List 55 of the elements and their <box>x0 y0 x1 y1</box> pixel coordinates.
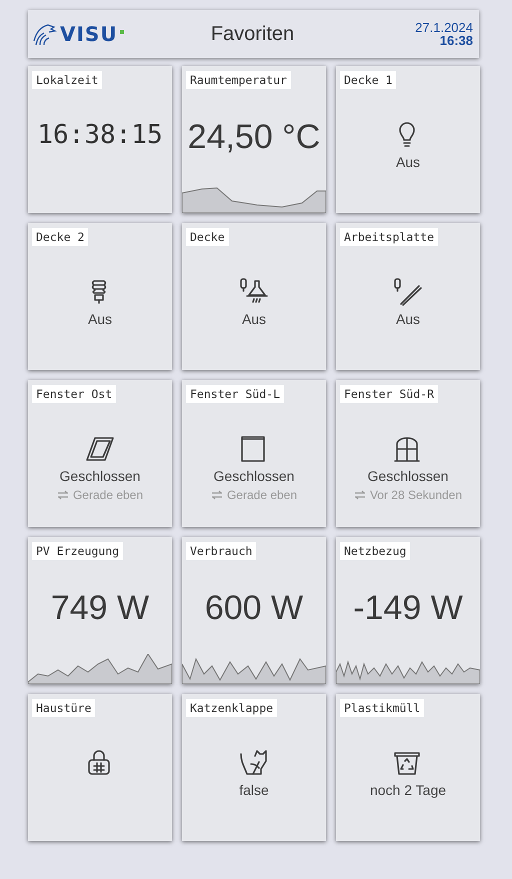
clock-display: 16:38:15 <box>37 120 163 150</box>
status-text: Geschlossen <box>368 468 448 484</box>
status-text: Aus <box>396 311 420 327</box>
value-text: 600 W <box>204 589 304 628</box>
tile[interactable]: PV Erzeugung 749 W <box>28 537 172 684</box>
tile[interactable]: Fenster Süd-L Geschlossen Gerade eben <box>182 380 326 527</box>
tile[interactable]: Haustüre <box>28 694 172 841</box>
tile[interactable]: Fenster Süd-R Geschlossen Vor 28 Sekunden <box>336 380 480 527</box>
status-text: Aus <box>396 154 420 170</box>
swap-icon <box>56 490 69 500</box>
logo: VISU <box>60 22 118 46</box>
swap-icon <box>354 490 366 500</box>
tile-label: Raumtemperatur <box>186 71 291 89</box>
tile[interactable]: Decke Aus <box>182 223 326 370</box>
page-title: Favoriten <box>210 22 296 46</box>
tile-label: Fenster Süd-R <box>340 385 438 403</box>
tile-label: Arbeitsplatte <box>340 228 438 246</box>
status-text: Aus <box>242 311 266 327</box>
tile-label: PV Erzeugung <box>32 542 124 560</box>
value-text: 749 W <box>50 589 150 628</box>
value-text: 24,50 °C <box>188 118 320 157</box>
status-text: noch 2 Tage <box>370 782 446 798</box>
value-text: -149 W <box>353 589 463 628</box>
tile-label: Lokalzeit <box>32 71 102 89</box>
status-text: Aus <box>88 311 112 327</box>
tile[interactable]: Raumtemperatur 24,50 °C <box>182 66 326 213</box>
tile[interactable]: Katzenklappe false <box>182 694 326 841</box>
tile[interactable]: Arbeitsplatte Aus <box>336 223 480 370</box>
tile[interactable]: Netzbezug -149 W <box>336 537 480 684</box>
skylight-icon <box>85 434 115 464</box>
tile[interactable]: Plastikmüll noch 2 Tage <box>336 694 480 841</box>
tile-label: Plastikmüll <box>340 699 424 717</box>
status-text: Geschlossen <box>60 468 140 484</box>
tile-label: Decke 2 <box>32 228 88 246</box>
tile-label: Netzbezug <box>340 542 410 560</box>
swap-icon <box>210 490 223 500</box>
tile-label: Fenster Ost <box>32 385 116 403</box>
tile[interactable]: Decke 2 Aus <box>28 223 172 370</box>
last-change-text: Vor 28 Sekunden <box>370 488 462 502</box>
tile-label: Haustüre <box>32 699 96 717</box>
tile-label: Decke 1 <box>340 71 396 89</box>
tile-label: Fenster Süd-L <box>186 385 284 403</box>
tile[interactable]: Verbrauch 600 W <box>182 537 326 684</box>
tile[interactable]: Fenster Ost Geschlossen Gerade eben <box>28 380 172 527</box>
tile-label: Katzenklappe <box>186 699 278 717</box>
last-change-text: Gerade eben <box>226 488 298 502</box>
tile-label: Decke <box>186 228 229 246</box>
status-text: false <box>239 782 269 798</box>
tile[interactable]: Lokalzeit 16:38:15 <box>28 66 172 213</box>
tile[interactable]: Decke 1 Aus <box>336 66 480 213</box>
date-text: 27.1.2024 <box>415 21 473 34</box>
last-change-text: Gerade eben <box>72 488 144 502</box>
status-text: Geschlossen <box>214 468 294 484</box>
tile-label: Verbrauch <box>186 542 256 560</box>
time-text: 16:38 <box>440 34 473 47</box>
